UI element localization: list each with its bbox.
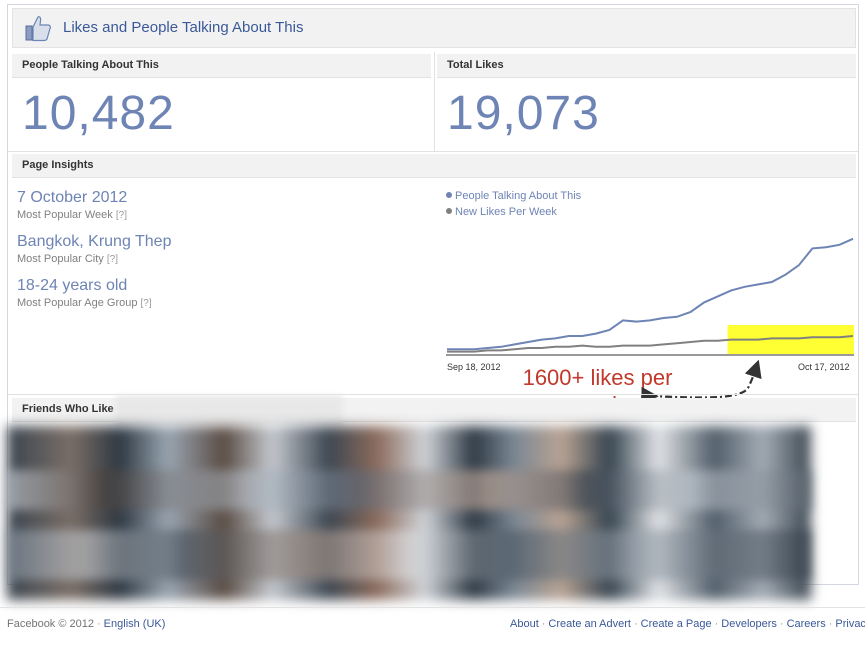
legend-talking: People Talking About This (446, 190, 581, 202)
likes-count: 19,073 (447, 87, 600, 140)
footer-link-developers[interactable]: Developers (721, 618, 777, 630)
help-link[interactable]: [?] (116, 210, 127, 221)
likes-panel-title: Total Likes (437, 54, 856, 78)
legend-likes: New Likes Per Week (446, 206, 557, 218)
stats-divider (434, 52, 435, 152)
x-axis-end-label: Oct 17, 2012 (798, 362, 850, 372)
footer-left: Facebook © 2012 · English (UK) (7, 618, 166, 630)
x-axis-start-label: Sep 18, 2012 (447, 362, 501, 372)
page-insights-title: Page Insights (12, 154, 856, 178)
stats-bottom-line (8, 151, 858, 152)
blur-band (7, 530, 811, 580)
talking-panel-title: People Talking About This (12, 54, 431, 78)
legend-dot-likes (446, 208, 452, 214)
popular-city-label: Most Popular City [?] (17, 253, 118, 265)
thumbs-up-icon (25, 16, 51, 42)
copyright: Facebook © 2012 (7, 618, 94, 630)
header-title: Likes and People Talking About This (63, 19, 304, 36)
popular-city-value: Bangkok, Krung Thep (17, 233, 172, 250)
talking-count: 10,482 (22, 87, 175, 140)
footer-link-create-advert[interactable]: Create an Advert (548, 618, 631, 630)
legend-dot-talking (446, 192, 452, 198)
footer-link-careers[interactable]: Careers (787, 618, 826, 630)
footer-divider (0, 607, 865, 608)
popular-week-label: Most Popular Week [?] (17, 209, 127, 221)
likes-header: Likes and People Talking About This (12, 8, 856, 48)
help-link[interactable]: [?] (107, 254, 118, 265)
footer-links: About · Create an Advert · Create a Page · Dev… (510, 618, 865, 630)
popular-week-value: 7 October 2012 (17, 189, 128, 206)
language-link[interactable]: English (UK) (104, 618, 166, 630)
footer-link-create-page[interactable]: Create a Page (641, 618, 712, 630)
footer-link-about[interactable]: About (510, 618, 539, 630)
blurred-friend-names (115, 396, 343, 426)
popular-age-value: 18-24 years old (17, 277, 128, 294)
blur-band (7, 470, 811, 510)
insights-line-chart (446, 237, 854, 356)
popular-age-label: Most Popular Age Group [?] (17, 297, 152, 309)
help-link[interactable]: [?] (141, 298, 152, 309)
insights-bottom-line (8, 394, 858, 395)
footer-link-privacy[interactable]: Privac (835, 618, 865, 630)
